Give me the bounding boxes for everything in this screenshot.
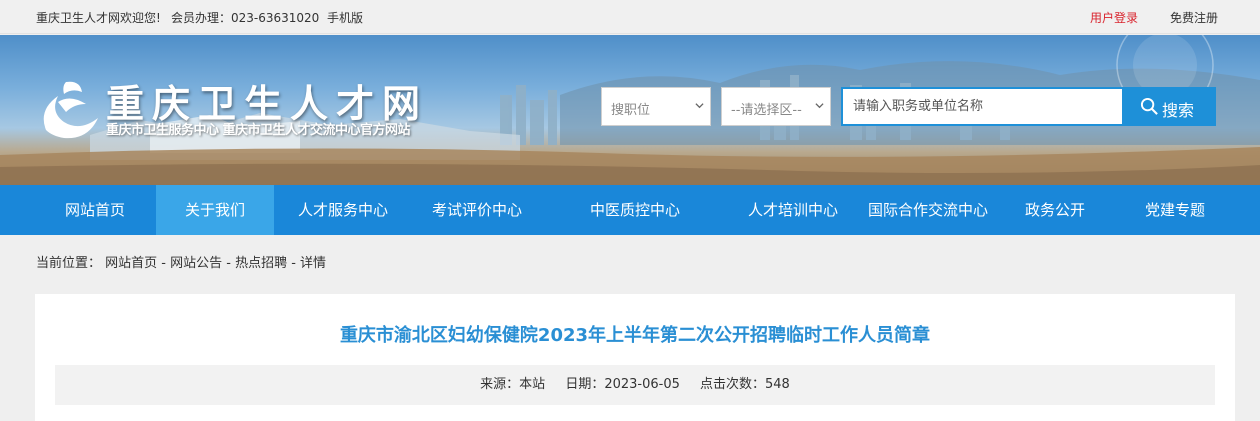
article-source: 来源：本站 [480, 377, 546, 392]
main-nav: 网站首页 关于我们 人才服务中心 考试评价中心 中医质控中心 人才培训中心 国际… [0, 185, 1260, 235]
article-panel: 重庆市渝北区妇幼保健院2023年上半年第二次公开招聘临时工作人员简章 来源：本站… [35, 294, 1235, 421]
search-field [841, 87, 1124, 126]
breadcrumb-path[interactable]: 网站首页 - 网站公告 - 热点招聘 - 详情 [105, 256, 326, 271]
chevron-down-icon [815, 103, 824, 109]
article-title: 重庆市渝北区妇幼保健院2023年上半年第二次公开招聘临时工作人员简章 [339, 325, 931, 346]
member-hotline: 会员办理：023-63631020 [171, 11, 320, 25]
nav-item-exam-evaluation[interactable]: 考试评价中心 [414, 185, 540, 235]
nav-item-tcm-quality[interactable]: 中医质控中心 [572, 185, 698, 235]
article-date: 日期：2023-06-05 [565, 377, 680, 392]
mobile-version-link[interactable]: 手机版 [327, 9, 363, 26]
register-link[interactable]: 免费注册 [1170, 9, 1218, 26]
chevron-down-icon [695, 103, 704, 109]
search-button-label: 搜索 [1162, 101, 1195, 120]
nav-item-training[interactable]: 人才培训中心 [730, 185, 856, 235]
article-views: 点击次数：548 [700, 377, 790, 392]
top-bar: 重庆卫生人才网欢迎您! 会员办理：023-63631020 手机版 用户登录 免… [0, 0, 1260, 34]
welcome-text: 重庆卫生人才网欢迎您! [36, 11, 161, 25]
user-login-link[interactable]: 用户登录 [1090, 9, 1138, 26]
nav-item-home[interactable]: 网站首页 [36, 185, 154, 235]
nav-item-government-affairs[interactable]: 政务公开 [1004, 185, 1106, 235]
breadcrumb: 当前位置： 网站首页 - 网站公告 - 热点招聘 - 详情 [36, 252, 326, 271]
region-select-value: --请选择区-- [731, 103, 802, 118]
header-banner: 重庆卫生人才网 重庆市卫生服务中心 重庆市卫生人才交流中心官方网站 搜职位 --… [0, 35, 1260, 185]
search-input[interactable] [843, 89, 1122, 124]
site-subtitle: 重庆市卫生服务中心 重庆市卫生人才交流中心官方网站 [106, 123, 411, 138]
nav-item-party-building[interactable]: 党建专题 [1124, 185, 1226, 235]
position-select[interactable]: 搜职位 [601, 87, 711, 126]
position-select-value: 搜职位 [611, 103, 651, 118]
breadcrumb-prefix: 当前位置： [36, 256, 102, 271]
nav-item-international[interactable]: 国际合作交流中心 [860, 185, 996, 235]
site-logo-icon[interactable] [36, 78, 102, 142]
region-select[interactable]: --请选择区-- [721, 87, 831, 126]
nav-item-talent-service[interactable]: 人才服务中心 [280, 185, 406, 235]
search-button[interactable]: 搜索 [1124, 87, 1216, 126]
search-icon [1140, 97, 1158, 115]
article-meta: 来源：本站 日期：2023-06-05 点击次数：548 [55, 365, 1215, 405]
nav-item-about[interactable]: 关于我们 [156, 185, 274, 235]
